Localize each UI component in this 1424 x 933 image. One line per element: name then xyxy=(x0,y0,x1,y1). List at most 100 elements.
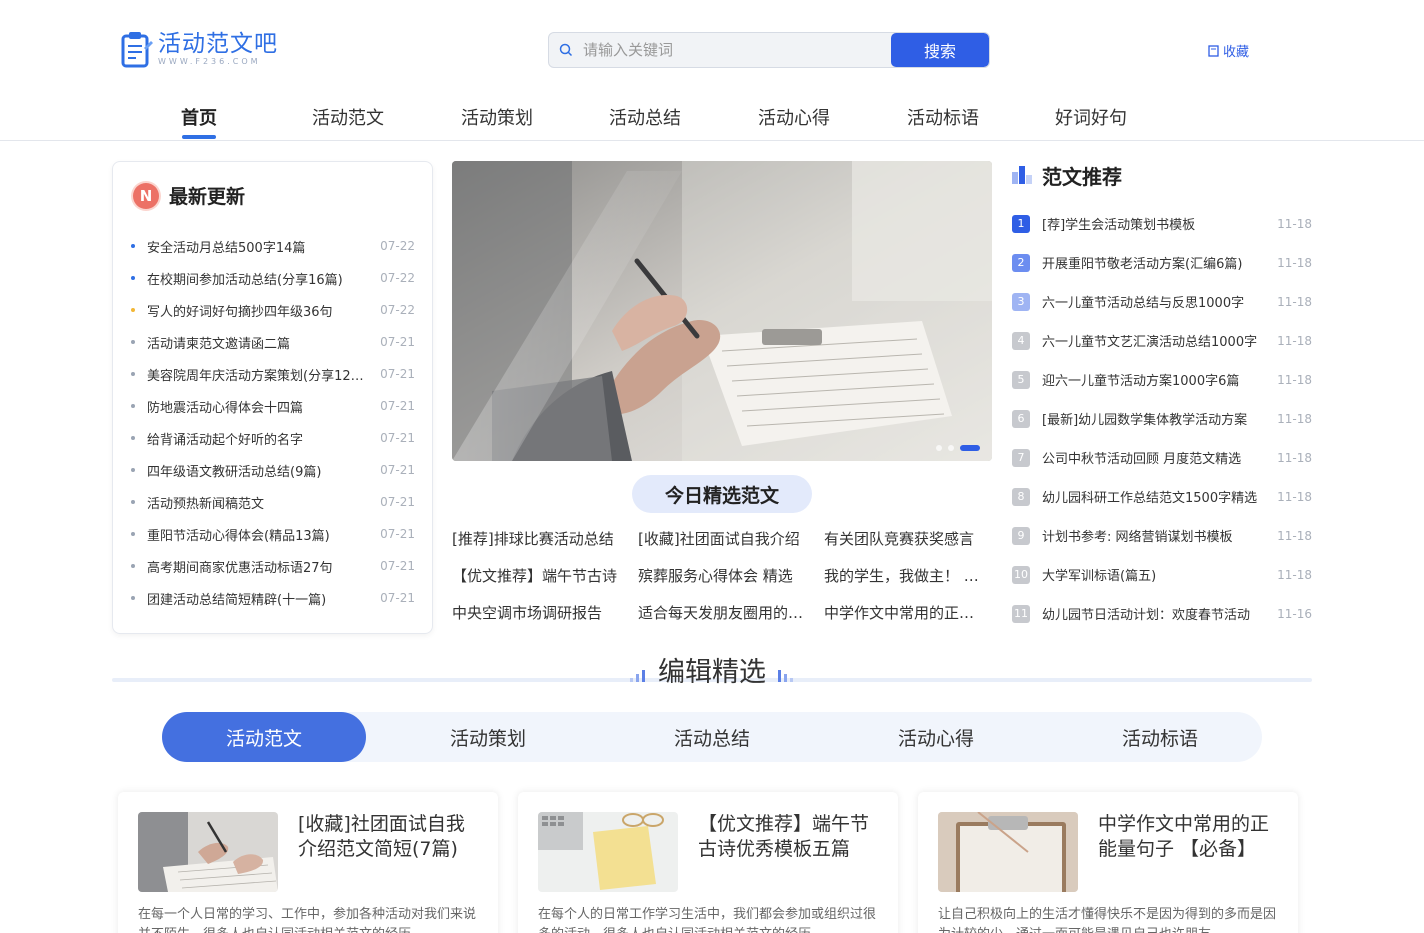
tab-activity-slogans[interactable]: 活动标语 xyxy=(1058,712,1262,762)
carousel-dot[interactable] xyxy=(948,445,954,451)
latest-item-date: 07-21 xyxy=(380,463,415,477)
latest-item-title[interactable]: 团建活动总结简短精辟(十一篇) xyxy=(147,589,368,608)
recommend-panel: 范文推荐 1 [荐]学生会活动策划书模板 11-18 2 开展重阳节敬老活动方案(汇编6… xyxy=(1012,160,1312,633)
recommend-item-date: 11-18 xyxy=(1277,528,1312,543)
tab-activity-planning[interactable]: 活动策划 xyxy=(386,712,590,762)
card-thumbnail xyxy=(138,812,278,892)
latest-item-title[interactable]: 安全活动月总结500字14篇 xyxy=(147,237,368,256)
recommend-item-title[interactable]: 迎六一儿童节活动方案1000字6篇 xyxy=(1042,370,1263,389)
carousel-dot[interactable] xyxy=(936,445,942,451)
today-pick-link[interactable]: 中央空调市场调研报告 xyxy=(452,601,638,625)
search-input[interactable] xyxy=(583,33,891,67)
nav-activity-planning[interactable]: 活动策划 xyxy=(460,104,534,140)
recommend-item-title[interactable]: 幼儿园科研工作总结范文1500字精选 xyxy=(1042,487,1263,506)
recommend-list-item[interactable]: 8 幼儿园科研工作总结范文1500字精选 11-18 xyxy=(1012,477,1312,516)
latest-item-title[interactable]: 给背诵活动起个好听的名字 xyxy=(147,429,368,448)
recommend-item-title[interactable]: 计划书参考: 网络营销谋划书模板 xyxy=(1042,526,1263,545)
card-title[interactable]: 中学作文中常用的正能量句子 【必备】 xyxy=(1098,812,1282,862)
latest-item-date: 07-21 xyxy=(380,431,415,445)
nav-home[interactable]: 首页 xyxy=(180,104,218,140)
recommend-item-title[interactable]: 公司中秋节活动回顾 月度范文精选 xyxy=(1042,448,1263,467)
recommend-list-item[interactable]: 4 六一儿童节文艺汇演活动总结1000字 11-18 xyxy=(1012,321,1312,360)
recommend-list-item[interactable]: 5 迎六一儿童节活动方案1000字6篇 11-18 xyxy=(1012,360,1312,399)
recommend-item-title[interactable]: 开展重阳节敬老活动方案(汇编6篇) xyxy=(1042,253,1263,272)
latest-list-item[interactable]: 防地震活动心得体会十四篇 07-21 xyxy=(131,390,415,422)
latest-item-title[interactable]: 写人的好词好句摘抄四年级36句 xyxy=(147,301,368,320)
recommend-list-item[interactable]: 10 大学军训标语(篇五) 11-18 xyxy=(1012,555,1312,594)
latest-list-item[interactable]: 重阳节活动心得体会(精品13篇) 07-21 xyxy=(131,518,415,550)
today-pick-link[interactable]: 中学作文中常用的正能量 xyxy=(824,601,992,625)
recommend-list-item[interactable]: 1 [荐]学生会活动策划书模板 11-18 xyxy=(1012,204,1312,243)
bullet-dot-icon xyxy=(131,564,135,568)
latest-list-item[interactable]: 高考期间商家优惠活动标语27句 07-21 xyxy=(131,550,415,582)
rank-number-badge: 10 xyxy=(1012,565,1030,584)
latest-list-item[interactable]: 写人的好词好句摘抄四年级36句 07-22 xyxy=(131,294,415,326)
article-card[interactable]: [收藏]社团面试自我介绍范文简短(7篇) 在每一个人日常的学习、工作中，参加各种… xyxy=(118,792,498,933)
carousel-dot-active[interactable] xyxy=(960,445,980,451)
latest-item-title[interactable]: 活动预热新闻稿范文 xyxy=(147,493,368,512)
search-button[interactable]: 搜索 xyxy=(891,33,989,67)
bookmark-icon xyxy=(1208,44,1219,57)
card-title[interactable]: 【优文推荐】端午节古诗优秀模板五篇 xyxy=(698,812,882,862)
latest-item-title[interactable]: 重阳节活动心得体会(精品13篇) xyxy=(147,525,368,544)
recommend-list-item[interactable]: 2 开展重阳节敬老活动方案(汇编6篇) 11-18 xyxy=(1012,243,1312,282)
rank-number-badge: 8 xyxy=(1012,487,1030,506)
recommend-list-item[interactable]: 7 公司中秋节活动回顾 月度范文精选 11-18 xyxy=(1012,438,1312,477)
today-pick-link[interactable]: [推荐]排球比赛活动总结 xyxy=(452,527,638,551)
site-logo[interactable]: 活动范文吧 WWW.F236.COM xyxy=(120,30,278,68)
search-bar: 搜索 xyxy=(548,32,990,68)
recommend-item-title[interactable]: [荐]学生会活动策划书模板 xyxy=(1042,214,1263,233)
latest-list-item[interactable]: 四年级语文教研活动总结(9篇) 07-21 xyxy=(131,454,415,486)
logo-clipboard-icon xyxy=(120,30,154,68)
nav-activity-reflections[interactable]: 活动心得 xyxy=(757,104,831,140)
latest-item-title[interactable]: 活动请柬范文邀请函二篇 xyxy=(147,333,368,352)
carousel-indicators xyxy=(936,445,980,451)
latest-list-item[interactable]: 活动预热新闻稿范文 07-21 xyxy=(131,486,415,518)
recommend-item-date: 11-18 xyxy=(1277,294,1312,309)
today-pick-link[interactable]: [收藏]社团面试自我介绍 xyxy=(638,527,824,551)
latest-list-item[interactable]: 给背诵活动起个好听的名字 07-21 xyxy=(131,422,415,454)
recommend-item-date: 11-18 xyxy=(1277,333,1312,348)
recommend-item-title[interactable]: 六一儿童节活动总结与反思1000字 xyxy=(1042,292,1263,311)
latest-item-date: 07-21 xyxy=(380,335,415,349)
article-card[interactable]: 中学作文中常用的正能量句子 【必备】 让自己积极向上的生活才懂得快乐不是因为得到… xyxy=(918,792,1298,933)
tab-activity-essays[interactable]: 活动范文 xyxy=(162,712,366,762)
nav-good-phrases[interactable]: 好词好句 xyxy=(1054,104,1128,140)
latest-item-title[interactable]: 防地震活动心得体会十四篇 xyxy=(147,397,368,416)
card-title[interactable]: [收藏]社团面试自我介绍范文简短(7篇) xyxy=(298,812,482,862)
recommend-item-title[interactable]: [最新]幼儿园数学集体教学活动方案 xyxy=(1042,409,1263,428)
tab-activity-summary[interactable]: 活动总结 xyxy=(610,712,814,762)
favorite-link[interactable]: 收藏 xyxy=(1208,41,1249,60)
rank-number-badge: 3 xyxy=(1012,292,1030,311)
bullet-dot-icon xyxy=(131,500,135,504)
recommend-item-title[interactable]: 大学军训标语(篇五) xyxy=(1042,565,1263,584)
hero-banner[interactable] xyxy=(452,161,992,461)
latest-item-title[interactable]: 在校期间参加活动总结(分享16篇) xyxy=(147,269,368,288)
recommend-item-date: 11-18 xyxy=(1277,489,1312,504)
today-pick-link[interactable]: 我的学生，我做主！ 范文 xyxy=(824,564,992,588)
recommend-list-item[interactable]: 3 六一儿童节活动总结与反思1000字 11-18 xyxy=(1012,282,1312,321)
today-pick-link[interactable]: 殡葬服务心得体会 精选 xyxy=(638,564,824,588)
latest-list-item[interactable]: 活动请柬范文邀请函二篇 07-21 xyxy=(131,326,415,358)
recommend-list-item[interactable]: 9 计划书参考: 网络营销谋划书模板 11-18 xyxy=(1012,516,1312,555)
recommend-item-title[interactable]: 六一儿童节文艺汇演活动总结1000字 xyxy=(1042,331,1263,350)
nav-activity-essays[interactable]: 活动范文 xyxy=(311,104,385,140)
latest-item-title[interactable]: 美容院周年庆活动方案策划(分享12篇) xyxy=(147,365,368,384)
latest-list-item[interactable]: 团建活动总结简短精辟(十一篇) 07-21 xyxy=(131,582,415,614)
banner-writing-image xyxy=(452,161,992,461)
today-pick-link[interactable]: 有关团队竞赛获奖感言 xyxy=(824,527,992,551)
latest-item-title[interactable]: 四年级语文教研活动总结(9篇) xyxy=(147,461,368,480)
latest-item-title[interactable]: 高考期间商家优惠活动标语27句 xyxy=(147,557,368,576)
today-pick-link[interactable]: 适合每天发朋友圈用的句子 xyxy=(638,601,824,625)
nav-activity-slogans[interactable]: 活动标语 xyxy=(906,104,980,140)
recommend-list-item[interactable]: 11 幼儿园节日活动计划：欢度春节活动 11-16 xyxy=(1012,594,1312,633)
article-card[interactable]: 【优文推荐】端午节古诗优秀模板五篇 在每个人的日常工作学习生活中，我们都会参加或… xyxy=(518,792,898,933)
latest-list-item[interactable]: 在校期间参加活动总结(分享16篇) 07-22 xyxy=(131,262,415,294)
latest-list-item[interactable]: 美容院周年庆活动方案策划(分享12篇) 07-21 xyxy=(131,358,415,390)
today-pick-link[interactable]: 【优文推荐】端午节古诗 xyxy=(452,564,638,588)
nav-activity-summary[interactable]: 活动总结 xyxy=(608,104,682,140)
recommend-item-title[interactable]: 幼儿园节日活动计划：欢度春节活动 xyxy=(1042,604,1263,623)
tab-activity-reflections[interactable]: 活动心得 xyxy=(834,712,1038,762)
latest-list-item[interactable]: 安全活动月总结500字14篇 07-22 xyxy=(131,230,415,262)
recommend-list-item[interactable]: 6 [最新]幼儿园数学集体教学活动方案 11-18 xyxy=(1012,399,1312,438)
